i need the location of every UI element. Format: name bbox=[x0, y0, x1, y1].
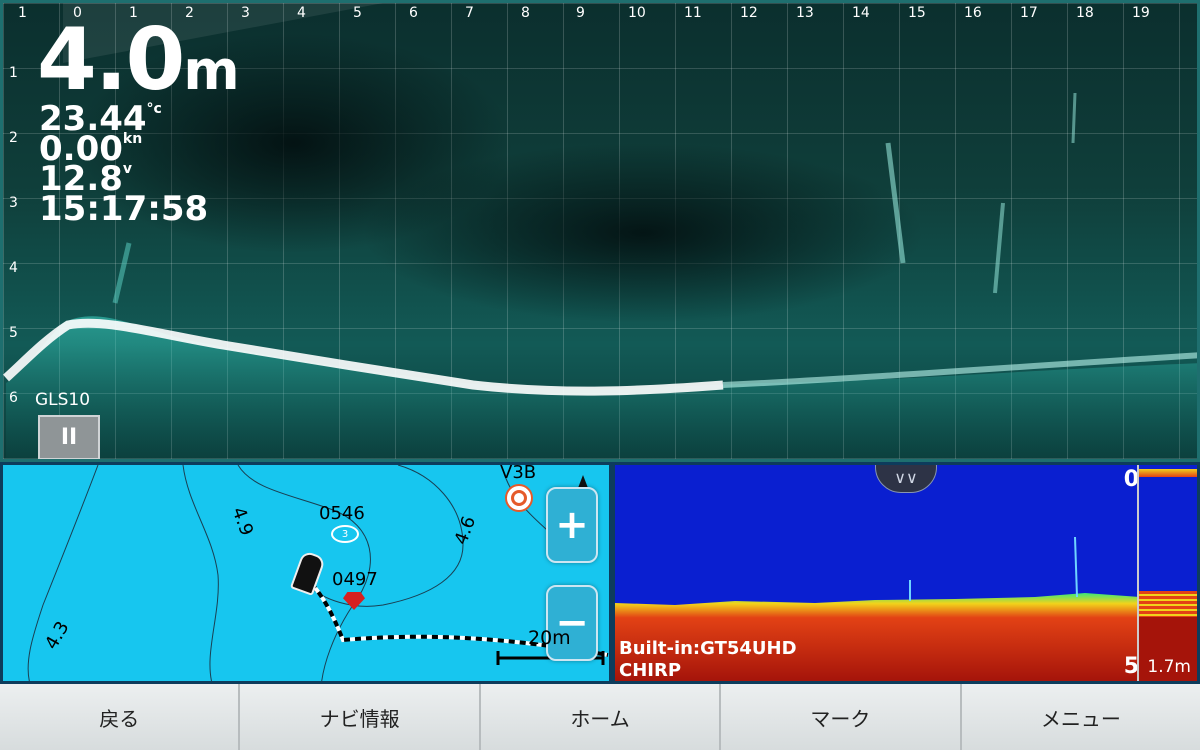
y-scale-label: 5 bbox=[9, 325, 18, 341]
depth-unit: m bbox=[183, 39, 239, 102]
waypoint-label-0497: 0497 bbox=[332, 569, 378, 590]
waypoint-label-v3b: V3B bbox=[500, 462, 537, 483]
map-scale-label: 20m bbox=[528, 627, 571, 649]
x-scale-label: 9 bbox=[576, 5, 585, 21]
x-scale-label: 17 bbox=[1020, 5, 1038, 21]
lifebuoy-ring bbox=[511, 490, 527, 506]
amascope-bar: 1.7m bbox=[1137, 465, 1197, 681]
x-scale-label: 18 bbox=[1076, 5, 1094, 21]
bottom-echo bbox=[615, 593, 1140, 681]
nav-info-button[interactable]: ナビ情報 bbox=[240, 684, 481, 750]
sonar-dark-region-2 bbox=[363, 143, 923, 323]
x-scale-label: 15 bbox=[908, 5, 926, 21]
y-scale-label: 2 bbox=[9, 130, 18, 146]
amascope-bottom-echo bbox=[1139, 591, 1197, 617]
home-button[interactable]: ホーム bbox=[480, 684, 722, 750]
x-scale-label: 3 bbox=[241, 5, 250, 21]
time-readout: 15:17:58 bbox=[39, 189, 209, 229]
fish-count: 3 bbox=[341, 528, 349, 540]
temperature-unit: °c bbox=[146, 101, 162, 117]
back-button[interactable]: 戻る bbox=[0, 684, 241, 750]
x-scale-label: 16 bbox=[964, 5, 982, 21]
lifebuoy-icon[interactable] bbox=[505, 484, 533, 512]
depth-contour-line bbox=[27, 465, 99, 681]
zoom-in-button[interactable]: + bbox=[546, 487, 598, 563]
x-scale-label: 7 bbox=[465, 5, 474, 21]
x-scale-label: 1 bbox=[18, 5, 27, 21]
x-scale-label: 14 bbox=[852, 5, 870, 21]
x-scale-label: 12 bbox=[740, 5, 758, 21]
x-scale-label: 8 bbox=[521, 5, 530, 21]
chart-map-view[interactable]: 4.9 4.6 4.3 V3B 0546 3 0497 + − 20m bbox=[0, 462, 612, 684]
sonar-fish-arch-3 bbox=[1071, 92, 1077, 144]
x-scale-label: 5 bbox=[353, 5, 362, 21]
sidescan-sonar-view[interactable]: 1 0 1 2 3 4 5 6 7 8 9 10 11 12 13 14 15 … bbox=[0, 0, 1200, 462]
y-scale-label: 6 bbox=[9, 390, 18, 406]
x-scale-label: 6 bbox=[409, 5, 418, 21]
x-scale-label: 4 bbox=[297, 5, 306, 21]
x-scale-label: 19 bbox=[1132, 5, 1150, 21]
plus-icon: + bbox=[555, 502, 589, 548]
bottom-nav-bar: 戻る ナビ情報 ホーム マーク メニュー bbox=[0, 684, 1200, 750]
sonar-fish-arch-2 bbox=[993, 202, 1005, 294]
mark-button[interactable]: マーク bbox=[721, 684, 962, 750]
y-scale-label: 4 bbox=[9, 260, 18, 276]
fish-icon[interactable]: 3 bbox=[331, 525, 359, 543]
voltage-unit: v bbox=[122, 161, 133, 177]
x-scale-label: 13 bbox=[796, 5, 814, 21]
chevrons-down-icon: ∨∨ bbox=[894, 468, 918, 487]
amascope-surface-echo bbox=[1139, 469, 1197, 477]
menu-button[interactable]: メニュー bbox=[961, 684, 1200, 750]
y-scale-label: 1 bbox=[9, 65, 18, 81]
x-scale-label: 10 bbox=[628, 5, 646, 21]
transducer-label: GLS10 bbox=[35, 390, 91, 410]
fishfinder-view[interactable]: ∨∨ 0 5 Built-in:GT54UHD CHIRP 1.7m bbox=[612, 462, 1200, 684]
pause-button[interactable]: II bbox=[38, 415, 100, 459]
frequency-mode-label: CHIRP bbox=[619, 660, 682, 681]
depth-value: 4.0 bbox=[37, 10, 185, 110]
amascope-range-label: 1.7m bbox=[1147, 657, 1191, 677]
zoom-out-button[interactable]: − bbox=[546, 585, 598, 661]
y-scale-label: 3 bbox=[9, 195, 18, 211]
speed-unit: kn bbox=[122, 131, 143, 147]
target-echo bbox=[1074, 536, 1078, 598]
pause-icon: II bbox=[60, 425, 78, 450]
x-scale-label: 11 bbox=[684, 5, 702, 21]
depth-contour-line bbox=[182, 465, 219, 681]
transducer-source-label: Built-in:GT54UHD bbox=[619, 638, 797, 659]
sonar-column bbox=[112, 242, 132, 304]
waypoint-label-0546: 0546 bbox=[319, 503, 365, 524]
